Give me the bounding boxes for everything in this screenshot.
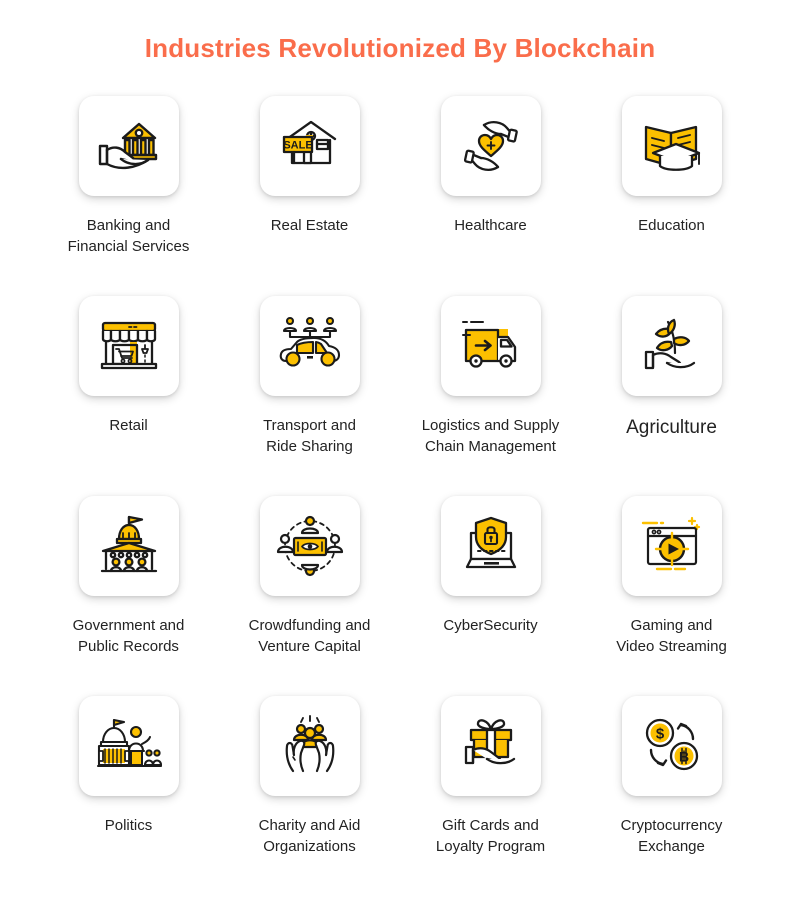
industry-label: CyberSecurity — [443, 615, 537, 636]
industry-icon-card[interactable] — [259, 296, 360, 397]
people-around-money-icon — [276, 516, 343, 577]
capitol-building-icon — [100, 516, 157, 573]
industry-label-line1: CyberSecurity — [443, 617, 538, 635]
industry-icon-card[interactable] — [440, 96, 541, 197]
industry-icon-card[interactable] — [440, 496, 541, 597]
industry-label-line2: Exchange — [638, 838, 705, 856]
industry-icon-card[interactable] — [78, 496, 179, 597]
industry-label-line2: Financial Services — [67, 238, 190, 256]
hand-bank-icon — [98, 122, 157, 170]
industry-icon-card[interactable] — [259, 496, 360, 597]
industry-label-line1: Education — [638, 217, 705, 235]
industry-label-line1: Government and — [72, 617, 185, 635]
industry-label-line1: Transport and — [263, 417, 356, 435]
storefront-cart-icon — [100, 322, 157, 370]
industry-label: Government and Public Records — [73, 615, 185, 658]
industry-cell-healthcare[interactable]: Healthcare — [400, 96, 581, 296]
industry-cell-retail[interactable]: Retail — [38, 296, 219, 496]
industry-icon-card[interactable] — [259, 696, 360, 797]
industry-label-line2: Organizations — [263, 838, 356, 856]
hands-heart-cross-icon — [463, 121, 518, 172]
industry-label-line1: Gift Cards and — [442, 817, 539, 835]
industry-icon-card[interactable] — [78, 96, 179, 197]
industry-label-line1: Charity and Aid — [258, 817, 361, 835]
car-riders-icon — [279, 317, 340, 367]
industry-label: Transport and Ride Sharing — [263, 415, 356, 458]
industry-cell-education[interactable]: Education — [581, 96, 762, 296]
industry-label: Banking and Financial Services — [68, 215, 190, 258]
industry-cell-logistics[interactable]: Logistics and Supply Chain Management — [400, 296, 581, 496]
industry-label-line1: Agriculture — [626, 417, 717, 439]
capitol-speaker-podium-icon — [96, 719, 162, 768]
industry-label-line1: Banking and — [86, 217, 171, 235]
industry-label: Cryptocurrency Exchange — [621, 815, 723, 858]
industry-label: Crowdfunding and Venture Capital — [249, 615, 371, 658]
industry-label: Logistics and Supply Chain Management — [422, 415, 560, 458]
industry-label: Politics — [105, 815, 153, 836]
industry-label: Retail — [109, 415, 147, 436]
industry-cell-government[interactable]: Government and Public Records — [38, 496, 219, 696]
industry-label-line2: Chain Management — [425, 438, 556, 456]
industry-cell-banking[interactable]: Banking and Financial Services — [38, 96, 219, 296]
industry-cell-charity[interactable]: Charity and Aid Organizations — [219, 696, 400, 858]
industry-label: Gift Cards and Loyalty Program — [436, 815, 545, 858]
page-title: Industries Revolutionized By Blockchain — [144, 33, 656, 63]
industry-label-line1: Healthcare — [454, 217, 527, 235]
industry-label: Real Estate — [271, 215, 349, 236]
industry-icon-card[interactable] — [78, 696, 179, 797]
industry-label-line2: Loyalty Program — [435, 838, 546, 856]
industry-icon-card[interactable] — [621, 296, 722, 397]
infographic-page: Industries Revolutionized By Blockchain — [0, 0, 800, 921]
industry-cell-crypto[interactable]: $ B Cryptocurrency Exchange — [581, 696, 762, 858]
dollar-bitcoin-exchange-icon: $ B — [645, 719, 698, 771]
book-graduation-cap-icon — [644, 126, 700, 172]
industry-label: Charity and Aid Organizations — [259, 815, 361, 858]
industry-label-line1: Retail — [109, 417, 148, 435]
hands-holding-people-icon — [285, 715, 334, 773]
industry-label-line1: Real Estate — [270, 217, 349, 235]
delivery-truck-arrow-icon — [461, 321, 516, 368]
laptop-shield-lock-icon — [465, 517, 516, 569]
industry-icon-card[interactable] — [621, 96, 722, 197]
industry-cell-cybersecurity[interactable]: CyberSecurity — [400, 496, 581, 696]
industry-icon-card[interactable] — [621, 496, 722, 597]
industry-label-line1: Logistics and Supply — [421, 417, 560, 435]
industry-icon-card[interactable] — [440, 296, 541, 397]
industry-label-line1: Crowdfunding and — [248, 617, 371, 635]
industry-cell-real-estate[interactable]: SALE Real Estate — [219, 96, 400, 296]
industry-icon-card[interactable] — [78, 296, 179, 397]
industry-label: Agriculture — [626, 415, 717, 442]
industry-label-line2: Public Records — [78, 638, 179, 656]
industry-icon-card[interactable] — [440, 696, 541, 797]
industry-label: Gaming and Video Streaming — [616, 615, 727, 658]
industry-label-line2: Venture Capital — [258, 638, 361, 656]
sale-sign-text: SALE — [283, 140, 312, 152]
hand-sprout-icon — [644, 319, 695, 370]
industry-label-line1: Cryptocurrency — [620, 817, 723, 835]
industry-label: Healthcare — [454, 215, 527, 236]
industry-label-line2: Ride Sharing — [266, 438, 353, 456]
industry-cell-crowdfunding[interactable]: Crowdfunding and Venture Capital — [219, 496, 400, 696]
industry-cell-politics[interactable]: Politics — [38, 696, 219, 858]
industry-cell-agriculture[interactable]: Agriculture — [581, 296, 762, 496]
industry-cell-gift-cards[interactable]: Gift Cards and Loyalty Program — [400, 696, 581, 858]
house-sale-sign-icon: SALE — [282, 121, 336, 165]
dollar-symbol-text: $ — [655, 726, 664, 743]
industries-grid: Banking and Financial Services SALE Real… — [0, 96, 800, 858]
hand-gift-box-icon — [464, 719, 515, 765]
industry-icon-card[interactable]: SALE — [259, 96, 360, 197]
industry-label-line1: Politics — [104, 817, 153, 835]
industry-icon-card[interactable]: $ B — [621, 696, 722, 797]
industry-label: Education — [638, 215, 705, 236]
industry-label-line1: Gaming and — [630, 617, 713, 635]
industry-label-line2: Video Streaming — [616, 638, 727, 656]
industry-cell-gaming[interactable]: Gaming and Video Streaming — [581, 496, 762, 696]
industry-cell-transport[interactable]: Transport and Ride Sharing — [219, 296, 400, 496]
browser-play-button-icon — [641, 517, 700, 571]
